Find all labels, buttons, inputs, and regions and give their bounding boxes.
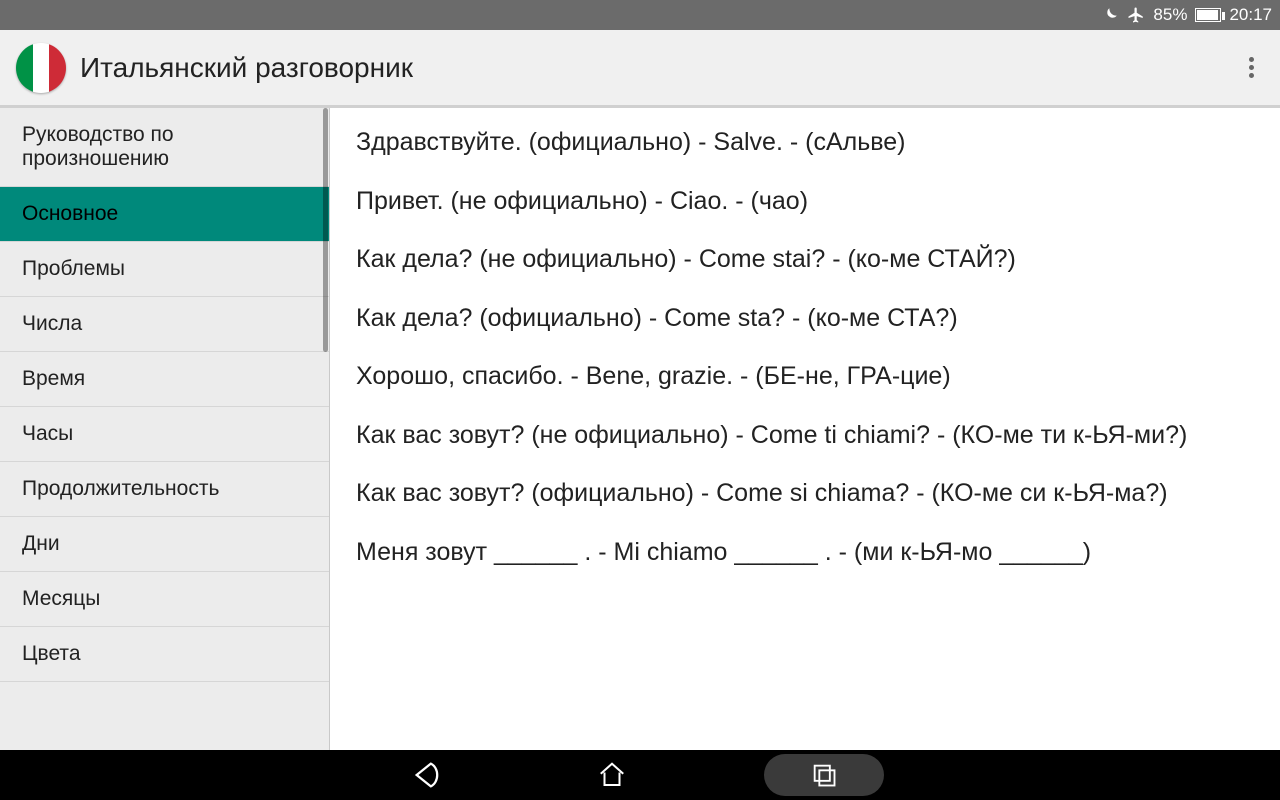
battery-icon (1195, 8, 1221, 22)
phrase-item: Здравствуйте. (официально) - Salve. - (с… (356, 126, 1254, 159)
sidebar-item[interactable]: Числа (0, 297, 329, 352)
sidebar-item[interactable]: Цвета (0, 627, 329, 682)
back-button[interactable] (396, 757, 460, 793)
phrase-item: Как вас зовут? (официально) - Come si ch… (356, 477, 1254, 510)
app-bar: Итальянский разговорник (0, 30, 1280, 108)
category-sidebar: Руководство по произношениюОсновноеПробл… (0, 108, 330, 750)
clock-time: 20:17 (1229, 5, 1272, 25)
phrase-item: Как вас зовут? (не официально) - Come ti… (356, 419, 1254, 452)
dnd-moon-icon (1101, 6, 1119, 24)
app-title: Итальянский разговорник (80, 52, 413, 84)
sidebar-item[interactable]: Месяцы (0, 572, 329, 627)
home-button[interactable] (580, 757, 644, 793)
phrase-item: Меня зовут ______ . - Mi chiamo ______ .… (356, 536, 1254, 569)
phrase-item: Как дела? (официально) - Come sta? - (ко… (356, 302, 1254, 335)
recents-button[interactable] (764, 754, 884, 796)
sidebar-item[interactable]: Проблемы (0, 242, 329, 297)
sidebar-item[interactable]: Время (0, 352, 329, 407)
airplane-mode-icon (1127, 6, 1145, 24)
sidebar-item[interactable]: Основное (0, 187, 329, 242)
phrase-item: Как дела? (не официально) - Come stai? -… (356, 243, 1254, 276)
status-bar: 85% 20:17 (0, 0, 1280, 30)
sidebar-item[interactable]: Дни (0, 517, 329, 572)
sidebar-item[interactable]: Часы (0, 407, 329, 462)
sidebar-scrollbar[interactable] (323, 108, 328, 352)
phrase-item: Хорошо, спасибо. - Bene, grazie. - (БЕ-н… (356, 360, 1254, 393)
sidebar-item[interactable]: Продолжительность (0, 462, 329, 517)
overflow-menu-button[interactable] (1239, 46, 1264, 89)
system-nav-bar (0, 750, 1280, 800)
phrase-list[interactable]: Здравствуйте. (официально) - Salve. - (с… (330, 108, 1280, 750)
sidebar-item[interactable]: Руководство по произношению (0, 108, 329, 187)
italian-flag-icon (16, 43, 66, 93)
phrase-item: Привет. (не официально) - Ciao. - (чао) (356, 185, 1254, 218)
battery-percentage: 85% (1153, 5, 1187, 25)
